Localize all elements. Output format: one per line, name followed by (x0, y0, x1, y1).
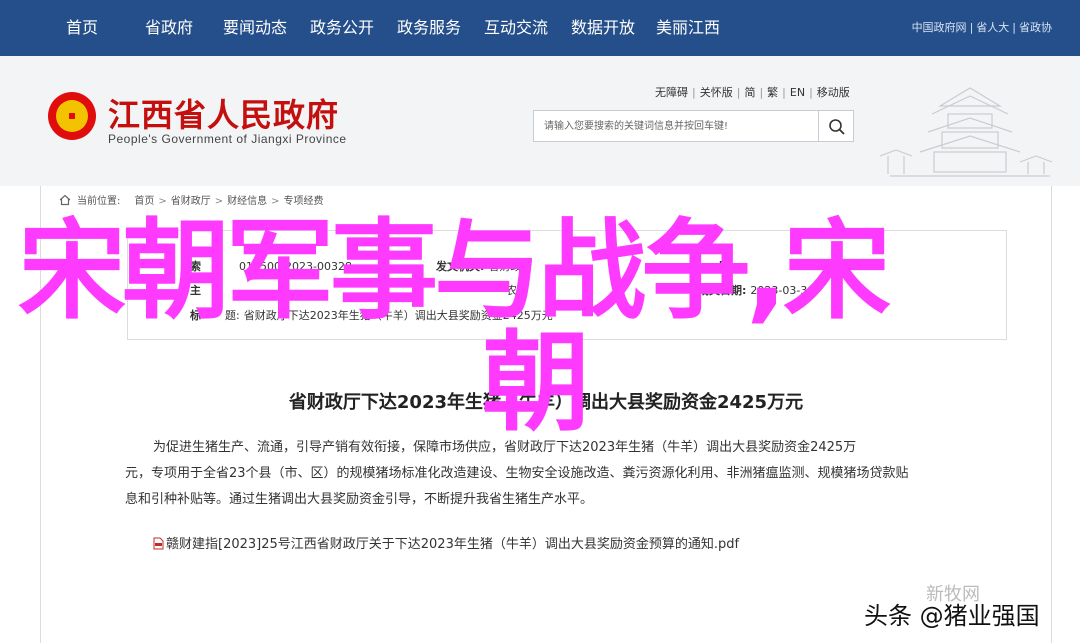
nav-item-interaction[interactable]: 互动交流 (484, 0, 548, 56)
info-category-row: 主 (190, 282, 205, 298)
article-paragraph-line: 元，专项用于全省23个县（市、区）的规模猪场标准化改造建设、生物安全设施改造、粪… (125, 466, 909, 481)
link-elder-mode[interactable]: 关怀版 (700, 86, 733, 99)
breadcrumb-finance-dept[interactable]: 省财政厅 (171, 196, 211, 207)
info-issuer-row: 发文机关: 省财政厅 (436, 258, 532, 274)
site-header: 江西省人民政府 People's Government of Jiangxi P… (0, 56, 1080, 186)
attachment-filename[interactable]: 赣财建指[2023]25号江西省财政厅关于下达2023年生猪（牛羊）调出大县奖励… (166, 537, 739, 552)
home-icon (59, 194, 71, 206)
link-english[interactable]: EN (790, 86, 805, 99)
nav-item-beautiful-jiangxi[interactable]: 美丽江西 (656, 0, 720, 56)
info-title-label: 标 (190, 309, 201, 322)
info-date-value: 2023-03-30 (750, 284, 815, 297)
divider: | (1012, 21, 1016, 34)
info-index-label: 索 (190, 260, 201, 273)
divider: | (759, 86, 764, 99)
info-doc-number-label: 号: (718, 260, 734, 273)
link-simplified[interactable]: 简 (744, 86, 755, 99)
breadcrumb-label: 当前位置: (77, 196, 121, 207)
external-links: 中国政府网 | 省人大 | 省政协 (912, 0, 1052, 56)
link-cppcc[interactable]: 省政协 (1019, 21, 1052, 34)
divider: | (692, 86, 696, 99)
info-title-row: 标 题: 省财政厅下达2023年生猪（牛羊）调出大县奖励资金2425万元 (190, 307, 553, 323)
info-index-value-suffix: 2023-00328 (285, 260, 352, 273)
content-panel: 当前位置: 首页 > 省财政厅 > 财经信息 > 专项经费 索 014500 2023-00328… (40, 186, 1052, 643)
link-mobile[interactable]: 移动版 (817, 86, 850, 99)
search-input[interactable] (534, 111, 814, 141)
search-button[interactable] (818, 110, 854, 142)
info-topic-row: 农业 (506, 282, 528, 298)
breadcrumb-finance-info[interactable]: 财经信息 (227, 196, 267, 207)
nav-item-home[interactable]: 首页 (66, 0, 98, 56)
link-provincial-congress[interactable]: 省人大 (976, 21, 1009, 34)
article-title: 省财政厅下达2023年生猪（牛羊）调出大县奖励资金2425万元 (288, 392, 804, 413)
article-paragraph-line: 息和引种补贴等。通过生猪调出大县奖励资金引导，不断提升我省生猪生产水平。 (125, 492, 594, 507)
info-issuer-value: 省财政厅 (488, 260, 533, 273)
breadcrumb: 当前位置: 首页 > 省财政厅 > 财经信息 > 专项经费 (59, 192, 324, 207)
info-title-value: 省财政厅下达2023年生猪（牛羊）调出大县奖励资金2425万元 (243, 309, 553, 322)
nav-item-province-gov[interactable]: 省政府 (145, 0, 193, 56)
divider: | (969, 21, 974, 34)
breadcrumb-separator: > (214, 196, 224, 207)
info-index-row: 索 014500 2023-00328 (190, 258, 352, 274)
divider: | (736, 86, 741, 99)
breadcrumb-special-funds[interactable]: 专项经费 (284, 196, 324, 207)
document-info-box: 索 014500 2023-00328 发文机关: 省财政厅 号: 主 农业 成文日期… (127, 230, 1007, 340)
utility-links: 无障碍 | 关怀版 | 简 | 繁 | EN | 移动版 (655, 84, 850, 100)
site-subtitle: People's Government of Jiangxi Province (108, 132, 347, 146)
search-box (533, 110, 819, 142)
info-category-label: 主 (190, 284, 201, 297)
info-topic-value: 农业 (506, 284, 528, 297)
article-paragraph-line: 为促进生猪生产、流通，引导产销有效衔接，保障市场供应，省财政厅下达2023年生猪… (153, 440, 857, 455)
search-icon (829, 119, 845, 135)
nav-item-open-data[interactable]: 数据开放 (571, 0, 635, 56)
info-doc-number-row: 号: (718, 258, 737, 274)
info-issuer-label: 发文机关: (436, 260, 485, 273)
info-title-colon: 题: (225, 309, 240, 322)
breadcrumb-separator: > (271, 196, 280, 207)
site-title[interactable]: 江西省人民政府 (108, 90, 339, 136)
pdf-icon (153, 537, 164, 550)
link-china-gov[interactable]: 中国政府网 (912, 21, 967, 34)
link-traditional[interactable]: 繁 (767, 86, 778, 99)
nav-item-gov-affairs-open[interactable]: 政务公开 (310, 0, 374, 56)
top-nav: 首页 省政府 要闻动态 政务公开 政务服务 互动交流 数据开放 美丽江西 中国政… (0, 0, 1080, 56)
watermark-author: 头条 @猪业强国 (864, 602, 1040, 630)
divider: | (809, 86, 813, 99)
divider: | (782, 86, 786, 99)
info-index-value: 014500 (239, 260, 281, 273)
info-date-row: 成文日期: 2023-03-30 (698, 282, 814, 298)
breadcrumb-home[interactable]: 首页 (134, 196, 154, 207)
nav-item-news[interactable]: 要闻动态 (223, 0, 287, 56)
breadcrumb-separator: > (158, 196, 167, 207)
link-accessibility[interactable]: 无障碍 (655, 86, 688, 99)
attachment-link[interactable]: 赣财建指[2023]25号江西省财政厅关于下达2023年生猪（牛羊）调出大县奖励… (153, 533, 739, 552)
info-date-label: 成文日期: (698, 284, 747, 297)
pavilion-illustration-icon (879, 87, 1053, 177)
national-emblem-icon (48, 92, 96, 140)
nav-item-gov-services[interactable]: 政务服务 (397, 0, 461, 56)
